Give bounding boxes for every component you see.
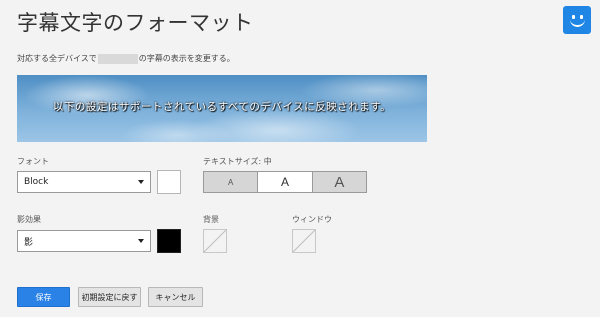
redacted-text (97, 53, 138, 64)
window-color-swatch[interactable] (292, 229, 316, 253)
chevron-down-icon (138, 180, 144, 184)
brand-logo-icon[interactable] (563, 6, 591, 34)
chevron-down-icon (138, 239, 144, 243)
save-button[interactable]: 保存 (17, 287, 70, 307)
page-description: 対応する全デバイスで の字幕の表示を変更する。 (17, 53, 235, 64)
window-label: ウィンドウ (292, 215, 332, 224)
text-size-small-button[interactable]: A (204, 172, 258, 192)
shadow-select[interactable]: 影 (17, 230, 151, 252)
no-color-icon (293, 230, 315, 252)
background-label: 背景 (203, 215, 219, 224)
no-color-icon (204, 230, 226, 252)
font-color-swatch[interactable] (157, 170, 181, 194)
text-size-large-button[interactable]: A (311, 172, 366, 192)
preview-subtitle-text: 以下の設定はサポートされているすべてのデバイスに反映されます。 (52, 101, 392, 113)
text-size-medium-button[interactable]: A (257, 172, 312, 192)
font-select-value: Block (24, 177, 49, 187)
page-title: 字幕文字のフォーマット (17, 11, 254, 35)
shadow-label: 影効果 (17, 215, 41, 224)
description-before: 対応する全デバイスで (17, 54, 97, 63)
text-size-label: テキストサイズ: 中 (203, 157, 272, 166)
font-label: フォント (17, 157, 49, 166)
description-after: の字幕の表示を変更する。 (138, 54, 235, 63)
text-size-selector: A A A (203, 171, 367, 193)
font-select[interactable]: Block (17, 171, 151, 193)
background-color-swatch[interactable] (203, 229, 227, 253)
shadow-select-value: 影 (24, 237, 34, 248)
shadow-color-swatch[interactable] (157, 229, 181, 253)
cancel-button[interactable]: キャンセル (148, 287, 203, 307)
subtitle-preview-banner: 以下の設定はサポートされているすべてのデバイスに反映されます。 (17, 75, 427, 142)
reset-defaults-button[interactable]: 初期設定に戻す (78, 287, 141, 307)
logo-smile (570, 17, 585, 27)
